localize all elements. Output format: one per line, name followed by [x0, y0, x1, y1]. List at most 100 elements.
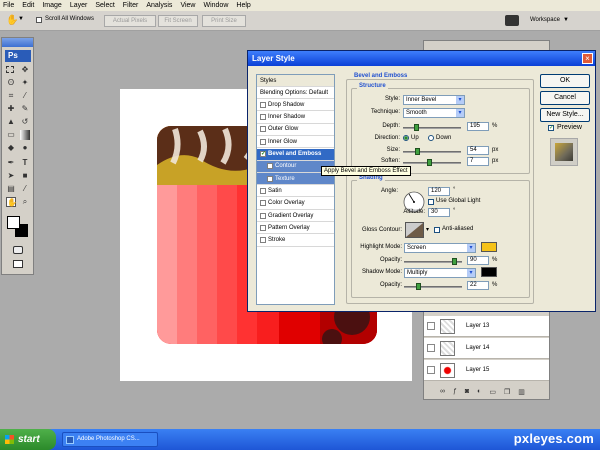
new-style-button[interactable]: New Style... [540, 108, 590, 122]
menu-layer[interactable]: Layer [70, 2, 88, 9]
lasso-tool-icon[interactable]: ʘ [6, 78, 16, 88]
size-input[interactable]: 54 [467, 146, 489, 155]
layer-row[interactable]: Layer 14 [424, 338, 549, 359]
hand-tool-icon[interactable]: ✋ [6, 197, 17, 207]
style-item-drop-shadow[interactable]: Drop Shadow [257, 99, 334, 112]
visibility-toggle[interactable] [427, 366, 435, 374]
slider-thumb[interactable] [415, 283, 421, 290]
shadow-color-swatch[interactable] [481, 267, 497, 277]
gloss-contour-preview[interactable] [405, 222, 424, 238]
type-tool-icon[interactable]: T [20, 158, 30, 168]
path-select-icon[interactable]: ➤ [6, 171, 16, 181]
stamp-tool-icon[interactable]: ▲ [6, 117, 16, 127]
gradient-tool-icon[interactable] [20, 130, 30, 140]
style-item-stroke[interactable]: Stroke [257, 235, 334, 247]
direction-up-radio[interactable] [403, 135, 409, 141]
style-item-pattern-overlay[interactable]: Pattern Overlay [257, 222, 334, 235]
direction-down-radio[interactable] [428, 135, 434, 141]
menu-help[interactable]: Help [236, 2, 250, 9]
global-light-checkbox[interactable] [428, 199, 434, 205]
healing-brush-icon[interactable]: ✚ [6, 104, 16, 114]
angle-input[interactable]: 120 [428, 187, 450, 196]
menu-view[interactable]: View [180, 2, 195, 9]
preview-checkbox[interactable]: ✓ [548, 125, 554, 131]
adjustment-icon[interactable]: ◐ [477, 388, 481, 395]
folder-icon[interactable]: ▭ [489, 388, 496, 396]
soften-slider[interactable] [403, 159, 461, 166]
brush-tool-icon[interactable]: ✎ [20, 104, 30, 114]
style-select[interactable]: Inner Bevel ▾ [403, 95, 465, 105]
altitude-input[interactable]: 30 [428, 208, 450, 217]
style-checkbox[interactable] [260, 187, 266, 194]
style-item-satin[interactable]: Satin [257, 185, 334, 198]
slice-tool-icon[interactable]: ⁄ [20, 91, 30, 101]
slider-thumb[interactable] [426, 159, 432, 166]
style-checkbox[interactable] [260, 138, 266, 145]
style-item-color-overlay[interactable]: Color Overlay [257, 198, 334, 210]
shadow-opacity-input[interactable]: 22 [467, 281, 489, 290]
screen-mode-icon[interactable] [13, 260, 23, 268]
eyedropper-icon[interactable]: ⁄ [20, 184, 30, 194]
close-icon[interactable]: × [582, 53, 593, 64]
style-checkbox[interactable] [260, 101, 266, 108]
style-item-inner-shadow[interactable]: Inner Shadow [257, 112, 334, 124]
anti-aliased-checkbox[interactable] [434, 227, 440, 233]
style-checkbox[interactable] [260, 200, 266, 207]
shape-tool-icon[interactable]: ■ [20, 171, 30, 181]
notes-tool-icon[interactable]: ▤ [6, 184, 16, 194]
file-browser-icon[interactable] [505, 15, 519, 26]
visibility-toggle[interactable] [427, 344, 435, 352]
style-item-gradient-overlay[interactable]: Gradient Overlay [257, 210, 334, 222]
pen-tool-icon[interactable]: ✒ [6, 158, 16, 168]
style-checkbox[interactable] [267, 163, 273, 170]
highlight-opacity-input[interactable]: 90 [467, 256, 489, 265]
dodge-tool-icon[interactable]: ● [20, 143, 30, 153]
menu-file[interactable]: File [3, 2, 14, 9]
quick-mask-icon[interactable] [13, 246, 23, 254]
style-checkbox[interactable] [260, 224, 266, 231]
depth-slider[interactable] [403, 124, 461, 131]
menu-window[interactable]: Window [203, 2, 228, 9]
history-brush-icon[interactable]: ↺ [20, 117, 30, 127]
eraser-tool-icon[interactable]: ▭ [6, 130, 16, 140]
chevron-down-icon[interactable]: ▾ [426, 226, 429, 233]
highlight-mode-select[interactable]: Screen ▾ [404, 243, 476, 253]
technique-select[interactable]: Smooth ▾ [403, 108, 465, 118]
size-slider[interactable] [403, 148, 461, 155]
workspace-menu[interactable]: Workspace [530, 17, 560, 23]
slider-thumb[interactable] [414, 148, 420, 155]
slider-thumb[interactable] [413, 124, 419, 131]
actual-pixels-button[interactable]: Actual Pixels [104, 15, 156, 27]
style-checkbox[interactable]: ✓ [260, 151, 266, 157]
shadow-mode-select[interactable]: Multiply ▾ [404, 268, 476, 278]
link-icon[interactable]: ∞ [440, 388, 445, 395]
zoom-tool-icon[interactable]: ⌕ [20, 197, 30, 207]
style-item-bevel-emboss[interactable]: ✓ Bevel and Emboss [257, 148, 334, 161]
print-size-button[interactable]: Print Size [202, 15, 246, 27]
foreground-color-swatch[interactable] [7, 216, 20, 229]
depth-input[interactable]: 195 [467, 122, 489, 131]
style-checkbox[interactable] [267, 175, 273, 182]
style-item-inner-glow[interactable]: Inner Glow [257, 136, 334, 149]
menu-edit[interactable]: Edit [22, 2, 34, 9]
menu-filter[interactable]: Filter [123, 2, 139, 9]
layer-row[interactable]: Layer 15 [424, 360, 549, 381]
start-button[interactable]: start [0, 429, 56, 450]
crop-tool-icon[interactable]: ⌗ [6, 91, 16, 101]
tools-panel-header[interactable] [2, 38, 33, 47]
soften-input[interactable]: 7 [467, 157, 489, 166]
menu-select[interactable]: Select [95, 2, 114, 9]
style-item-blending-options[interactable]: Blending Options: Default [257, 87, 334, 99]
blur-tool-icon[interactable]: ◆ [6, 143, 16, 153]
taskbar-item-photoshop[interactable]: Adobe Photoshop CS... [62, 432, 158, 447]
trash-icon[interactable]: ▥ [518, 388, 525, 396]
cancel-button[interactable]: Cancel [540, 91, 590, 105]
new-layer-icon[interactable]: ❐ [504, 388, 510, 396]
fit-screen-button[interactable]: Fit Screen [158, 15, 198, 27]
tool-dropdown-icon[interactable]: ▼ [18, 16, 24, 22]
highlight-opacity-slider[interactable] [404, 258, 462, 265]
layer-row[interactable]: Layer 13 [424, 316, 549, 337]
marquee-tool-icon[interactable] [6, 66, 14, 73]
style-checkbox[interactable] [260, 212, 266, 219]
fx-icon[interactable]: ƒ [453, 388, 457, 395]
